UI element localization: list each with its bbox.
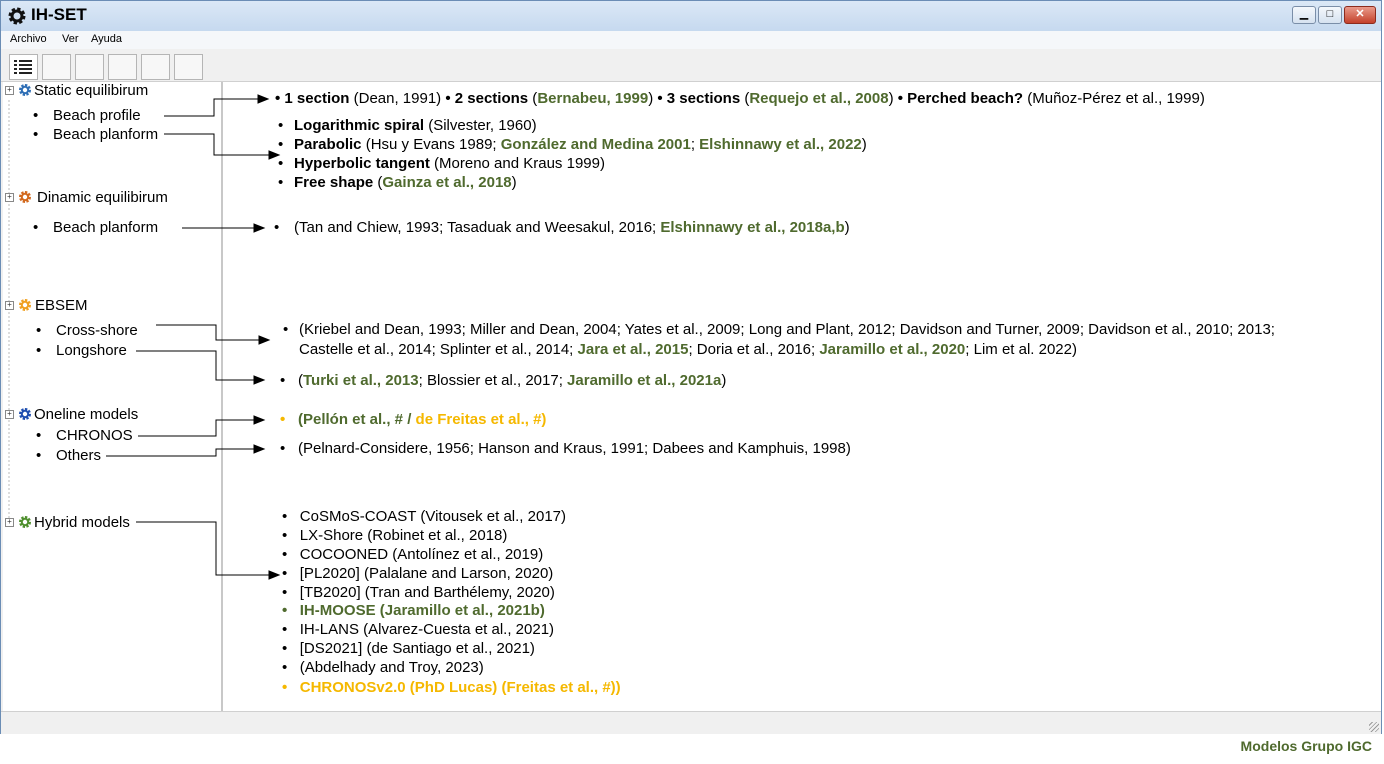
- toolbar-button-3[interactable]: [75, 54, 104, 80]
- expand-toggle[interactable]: +: [5, 518, 14, 527]
- toolbar-button-5[interactable]: [141, 54, 170, 80]
- hybrid-item-orange: • CHRONOSv2.0 (PhD Lucas) (Freitas et al…: [282, 679, 621, 696]
- gear-icon: [19, 516, 31, 528]
- tree-item-beach-planform[interactable]: Beach planform: [33, 126, 158, 143]
- planform-line-1: Logarithmic spiral (Silvester, 1960): [294, 117, 537, 134]
- hybrid-item: • CoSMoS-COAST (Vitousek et al., 2017): [282, 508, 566, 525]
- status-bar: [1, 711, 1381, 734]
- tree-item-chronos[interactable]: CHRONOS: [36, 427, 133, 444]
- longshore-line: (Turki et al., 2013; Blossier et al., 20…: [298, 372, 727, 389]
- resize-grip[interactable]: [1369, 722, 1379, 732]
- tree-item-dinamic-planform[interactable]: Beach planform: [33, 219, 158, 236]
- hybrid-item: • COCOONED (Antolínez et al., 2019): [282, 546, 544, 563]
- app-window: IH-SET ▁ □ ✕ Archivo Ver Ayuda: [0, 0, 1382, 734]
- expand-toggle[interactable]: +: [5, 193, 14, 202]
- list-icon: [14, 60, 32, 74]
- gear-icon: [8, 7, 26, 25]
- ref-highlight: Requejo et al., 2008: [749, 90, 889, 107]
- footer-credit: Modelos Grupo IGC: [1240, 738, 1372, 754]
- dinamic-line: (Tan and Chiew, 1993; Tasaduak and Weesa…: [294, 219, 850, 236]
- toolbar: [1, 49, 1381, 82]
- tree-node-static[interactable]: Static equilibirum: [34, 82, 148, 99]
- tree-panel[interactable]: [3, 82, 223, 711]
- minimize-button[interactable]: ▁: [1292, 6, 1316, 24]
- menu-ayuda[interactable]: Ayuda: [91, 33, 122, 45]
- tree-node-oneline[interactable]: Oneline models: [34, 406, 138, 423]
- gear-icon: [19, 84, 31, 96]
- ref-3-sections: 3 sections: [666, 90, 741, 107]
- cross-shore-line-1: (Kriebel and Dean, 1993; Miller and Dean…: [299, 321, 1275, 338]
- ref-text: (: [740, 90, 750, 107]
- planform-line-4: Free shape (Gainza et al., 2018): [294, 174, 517, 191]
- chronos-line: (Pellón et al., # / de Freitas et al., #…: [298, 411, 547, 428]
- hybrid-item: • (Abdelhady and Troy, 2023): [282, 659, 484, 676]
- menu-archivo[interactable]: Archivo: [10, 33, 47, 45]
- close-button[interactable]: ✕: [1344, 6, 1376, 24]
- ref-2-sections: 2 sections: [454, 90, 529, 107]
- toolbar-button-2[interactable]: [42, 54, 71, 80]
- ref-text: (Dean, 1991): [349, 90, 446, 107]
- maximize-button[interactable]: □: [1318, 6, 1342, 24]
- tree-node-dinamic[interactable]: Dinamic equilibirum: [37, 189, 168, 206]
- hybrid-item: • [TB2020] (Tran and Barthélemy, 2020): [282, 584, 555, 601]
- ref-text: ): [648, 90, 658, 107]
- expand-toggle[interactable]: +: [5, 301, 14, 310]
- hybrid-item-highlight: • IH-MOOSE (Jaramillo et al., 2021b): [282, 602, 545, 619]
- hybrid-item: • IH-LANS (Alvarez-Cuesta et al., 2021): [282, 621, 555, 638]
- title-bar[interactable]: IH-SET ▁ □ ✕: [1, 1, 1381, 32]
- menu-bar: Archivo Ver Ayuda: [1, 31, 1381, 49]
- expand-toggle[interactable]: +: [5, 410, 14, 419]
- profile-line: • 1 section (Dean, 1991) • 2 sections (B…: [275, 90, 1205, 107]
- ref-perched: Perched beach?: [907, 90, 1024, 107]
- tree-item-cross-shore[interactable]: Cross-shore: [36, 322, 138, 339]
- hybrid-item: • [PL2020] (Palalane and Larson, 2020): [282, 565, 554, 582]
- window-title: IH-SET: [31, 5, 87, 24]
- hybrid-item: • [DS2021] (de Santiago et al., 2021): [282, 640, 535, 657]
- menu-ver[interactable]: Ver: [62, 33, 79, 45]
- toolbar-button-4[interactable]: [108, 54, 137, 80]
- planform-line-2: Parabolic (Hsu y Evans 1989; González an…: [294, 136, 867, 153]
- tree-node-hybrid[interactable]: Hybrid models: [34, 514, 130, 531]
- tree-item-others[interactable]: Others: [36, 447, 101, 464]
- list-view-button[interactable]: [9, 54, 38, 80]
- others-line: (Pelnard-Considere, 1956; Hanson and Kra…: [298, 440, 851, 457]
- cross-shore-line-2: Castelle et al., 2014; Splinter et al., …: [299, 341, 1077, 358]
- ref-1-section: 1 section: [284, 90, 350, 107]
- hybrid-item: • LX-Shore (Robinet et al., 2018): [282, 527, 508, 544]
- ref-text: (Muñoz-Pérez et al., 1999): [1023, 90, 1205, 107]
- ref-highlight: Bernabeu, 1999: [537, 90, 649, 107]
- tree-item-longshore[interactable]: Longshore: [36, 342, 127, 359]
- expand-toggle[interactable]: +: [5, 86, 14, 95]
- ref-text: (: [528, 90, 538, 107]
- toolbar-button-6[interactable]: [174, 54, 203, 80]
- ref-text: ): [888, 90, 898, 107]
- tree-node-ebsem[interactable]: EBSEM: [35, 297, 88, 314]
- planform-line-3: Hyperbolic tangent (Moreno and Kraus 199…: [294, 155, 605, 172]
- gear-icon: [19, 191, 31, 203]
- gear-icon: [19, 408, 31, 420]
- gear-icon: [19, 299, 31, 311]
- tree-item-beach-profile[interactable]: Beach profile: [33, 107, 140, 124]
